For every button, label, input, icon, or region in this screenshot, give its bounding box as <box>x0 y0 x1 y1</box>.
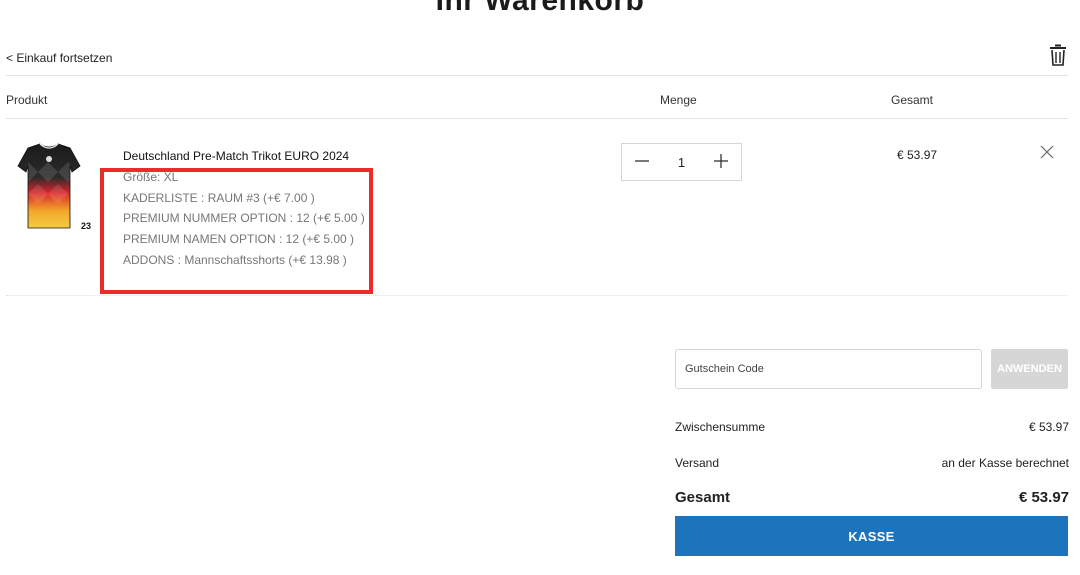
header-divider <box>6 75 1068 76</box>
item-divider <box>6 295 1068 296</box>
continue-shopping-link[interactable]: < Einkauf fortsetzen <box>6 51 112 65</box>
column-header-total: Gesamt <box>891 93 934 107</box>
line-total: € 53.97 <box>897 148 938 162</box>
image-badge: 23 <box>81 221 91 231</box>
product-image[interactable]: 23 <box>14 142 94 234</box>
shipping-label: Versand <box>675 456 720 470</box>
close-icon[interactable] <box>1039 144 1055 160</box>
page-title: Ihr Warenkorb <box>435 0 645 17</box>
column-header-product: Produkt <box>6 93 48 107</box>
minus-icon[interactable] <box>632 152 652 172</box>
total-label: Gesamt <box>675 489 731 506</box>
checkout-button[interactable]: KASSE <box>675 516 1068 556</box>
plus-icon[interactable] <box>711 152 731 172</box>
quantity-value[interactable]: 1 <box>678 155 685 170</box>
apply-coupon-button[interactable]: ANWENDEN <box>991 349 1068 389</box>
product-name[interactable]: Deutschland Pre-Match Trikot EURO 2024 <box>123 149 349 163</box>
coupon-input[interactable] <box>675 349 982 389</box>
quantity-stepper[interactable]: 1 <box>621 143 742 181</box>
subtotal-label: Zwischensumme <box>675 420 766 434</box>
subtotal-value: € 53.97 <box>1028 420 1069 434</box>
column-header-quantity: Menge <box>660 93 697 107</box>
table-header-divider <box>6 118 1068 119</box>
trash-icon[interactable] <box>1048 44 1068 66</box>
total-value: € 53.97 <box>1018 489 1069 506</box>
highlight-box <box>100 168 373 294</box>
shipping-value: an der Kasse berechnet <box>941 456 1069 470</box>
